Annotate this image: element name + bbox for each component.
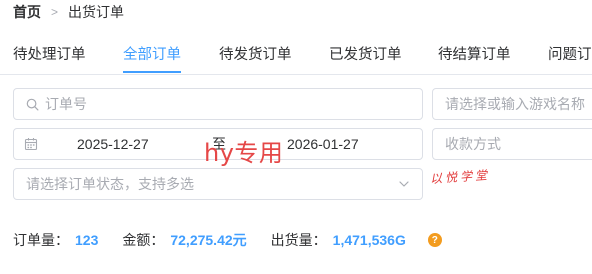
help-icon[interactable]: ? — [427, 233, 442, 247]
order-stats: 订单量： 123 金额： 72,275.42元 出货量： 1,471,536G … — [13, 230, 442, 250]
date-start[interactable]: 2025-12-27 — [77, 129, 149, 159]
date-end[interactable]: 2026-01-27 — [287, 129, 359, 159]
tab-pending[interactable]: 待处理订单 — [13, 38, 86, 72]
order-no-placeholder: 订单号 — [45, 96, 87, 112]
shipped-label: 出货量： — [270, 232, 327, 248]
amount-value: 72,275.42元 — [170, 232, 247, 248]
payment-method-select[interactable]: 收款方式 — [432, 128, 592, 160]
breadcrumb: 首页 > 出货订单 — [13, 2, 124, 22]
signature-mark: 以悦学堂 — [429, 167, 491, 187]
breadcrumb-current: 出货订单 — [68, 4, 125, 20]
tab-shipped[interactable]: 已发货订单 — [329, 38, 402, 72]
order-status-select[interactable]: 请选择订单状态，支持多选 — [13, 168, 423, 200]
search-icon — [26, 98, 39, 110]
chevron-down-icon — [399, 181, 409, 187]
tab-all-orders[interactable]: 全部订单 — [123, 38, 181, 73]
status-placeholder: 请选择订单状态，支持多选 — [26, 176, 194, 192]
breadcrumb-separator: > — [51, 5, 59, 19]
order-no-input[interactable]: 订单号 — [13, 88, 423, 120]
tab-to-ship[interactable]: 待发货订单 — [219, 38, 292, 72]
order-count-label: 订单量： — [13, 232, 69, 248]
shipped-value: 1,471,536G — [332, 232, 406, 248]
breadcrumb-home[interactable]: 首页 — [13, 2, 41, 22]
game-select[interactable]: 请选择或输入游戏名称 — [432, 88, 592, 120]
payment-placeholder: 收款方式 — [445, 136, 501, 152]
amount-label: 金额： — [122, 232, 165, 248]
game-placeholder: 请选择或输入游戏名称 — [445, 96, 585, 112]
order-tabs: 待处理订单 全部订单 待发货订单 已发货订单 待结算订单 问题订单 — [0, 38, 592, 75]
tab-to-settle[interactable]: 待结算订单 — [438, 38, 511, 72]
order-count-value: 123 — [75, 232, 99, 248]
calendar-icon — [24, 138, 38, 151]
watermark-text: hy专用 — [204, 139, 284, 167]
tab-problem[interactable]: 问题订单 — [548, 38, 592, 72]
